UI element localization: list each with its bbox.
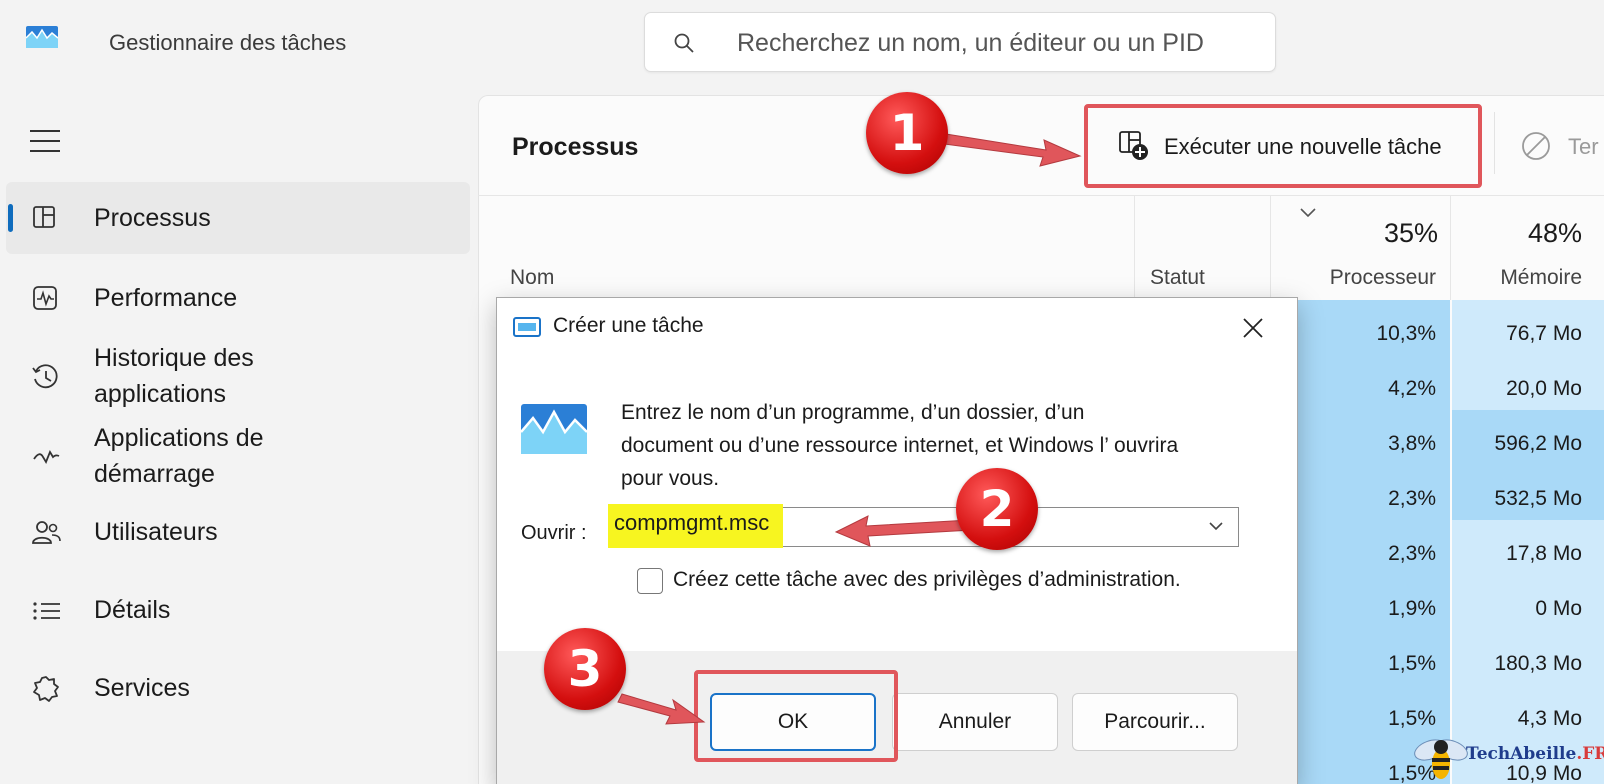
search-icon (674, 33, 694, 53)
open-combobox[interactable]: compmgmt.msc (608, 504, 1239, 548)
column-divider (1134, 196, 1135, 300)
task-manager-logo-icon (26, 26, 58, 48)
sidebar-item-utilisateurs[interactable]: Utilisateurs (6, 496, 470, 568)
browse-button[interactable]: Parcourir... (1072, 693, 1238, 751)
column-divider (1270, 196, 1271, 300)
sidebar-item-details[interactable]: Détails (6, 574, 470, 646)
run-new-task-button[interactable]: Exécuter une nouvelle tâche (1084, 104, 1482, 188)
menu-icon[interactable] (30, 128, 62, 154)
step-marker-2: 2 (956, 468, 1038, 550)
sidebar-item-demarrage[interactable]: Applications de démarrage (6, 420, 470, 492)
app-title: Gestionnaire des tâches (109, 30, 347, 55)
cpu-cell: 1,9% (1388, 597, 1436, 620)
processes-icon (33, 206, 55, 228)
memory-cell: 20,0 Mo (1506, 377, 1582, 400)
sidebar-item-label: Applications de démarrage (94, 424, 264, 488)
memory-cell: 532,5 Mo (1494, 487, 1582, 510)
watermark-text: TechAbeille.FR (1466, 744, 1604, 764)
column-header-cpu[interactable]: Processeur (1330, 266, 1436, 290)
details-icon (33, 602, 60, 620)
column-header-status[interactable]: Statut (1150, 266, 1205, 290)
cpu-cell: 10,3% (1376, 322, 1436, 345)
memory-cell: 17,8 Mo (1506, 542, 1582, 565)
ok-highlight-frame (694, 670, 898, 762)
cpu-cell: 3,8% (1388, 432, 1436, 455)
sidebar-item-processus[interactable]: Processus (6, 182, 470, 254)
sidebar-item-performance[interactable]: Performance (6, 262, 470, 334)
end-task-icon[interactable] (1520, 130, 1560, 170)
cpu-cell: 1,5% (1388, 652, 1436, 675)
sidebar-item-label: Services (94, 674, 190, 702)
memory-total: 48% (1527, 218, 1582, 248)
cancel-button[interactable]: Annuler (892, 693, 1058, 751)
sidebar-item-label: Utilisateurs (94, 518, 218, 546)
task-manager-logo-icon (521, 404, 587, 454)
sidebar-item-label: Historique des applications (94, 344, 254, 408)
toolbar-divider (1494, 112, 1495, 174)
new-task-icon (1119, 131, 1148, 160)
startup-apps-icon (33, 449, 60, 465)
cpu-cell: 4,2% (1388, 377, 1436, 400)
app-history-icon (32, 364, 58, 389)
run-new-task-label: Exécuter une nouvelle tâche (1164, 134, 1442, 159)
cpu-cell: 2,3% (1388, 542, 1436, 565)
performance-icon (33, 286, 57, 310)
admin-privileges-checkbox[interactable] (637, 568, 663, 594)
close-icon[interactable] (1227, 306, 1279, 350)
services-icon (33, 676, 59, 702)
users-icon (32, 521, 61, 544)
dialog-description: Entrez le nom d’un programme, d’un dossi… (621, 401, 1179, 490)
sidebar-item-label: Processus (94, 204, 211, 232)
open-label: Ouvrir : (521, 522, 587, 544)
search-box[interactable]: Recherchez un nom, un éditeur ou un PID (644, 12, 1276, 72)
cpu-total: 35% (1383, 218, 1438, 248)
step-marker-1: 1 (866, 92, 948, 174)
dialog-title: Créer une tâche (553, 314, 704, 337)
column-header-memory[interactable]: Mémoire (1500, 266, 1582, 290)
memory-cell: 0 Mo (1535, 597, 1582, 620)
end-task-label: Ter (1568, 134, 1599, 159)
sort-chevron-icon (1300, 208, 1316, 218)
column-divider (1450, 196, 1451, 300)
header-divider (478, 195, 1604, 196)
sidebar-item-historique[interactable]: Historique des applications (6, 340, 470, 412)
chevron-down-icon[interactable] (1208, 520, 1224, 532)
step-marker-3: 3 (544, 628, 626, 710)
admin-privileges-label: Créez cette tâche avec des privilèges d’… (673, 568, 1181, 591)
watermark-brand: TechAbeille (1466, 744, 1577, 764)
memory-cell: 180,3 Mo (1494, 652, 1582, 675)
sidebar-item-label: Détails (94, 596, 171, 624)
sidebar-item-services[interactable]: Services (6, 652, 470, 724)
cpu-cell: 2,3% (1388, 487, 1436, 510)
memory-cell: 596,2 Mo (1494, 432, 1582, 455)
page-title: Processus (512, 133, 639, 161)
active-indicator (8, 204, 13, 232)
run-dialog-icon (513, 317, 541, 337)
search-placeholder: Recherchez un nom, un éditeur ou un PID (737, 29, 1204, 57)
open-input-value[interactable]: compmgmt.msc (608, 504, 784, 548)
memory-cell: 76,7 Mo (1506, 322, 1582, 345)
column-header-name[interactable]: Nom (510, 266, 554, 290)
watermark-suffix: .FR (1576, 744, 1604, 764)
sidebar-item-label: Performance (94, 284, 238, 312)
